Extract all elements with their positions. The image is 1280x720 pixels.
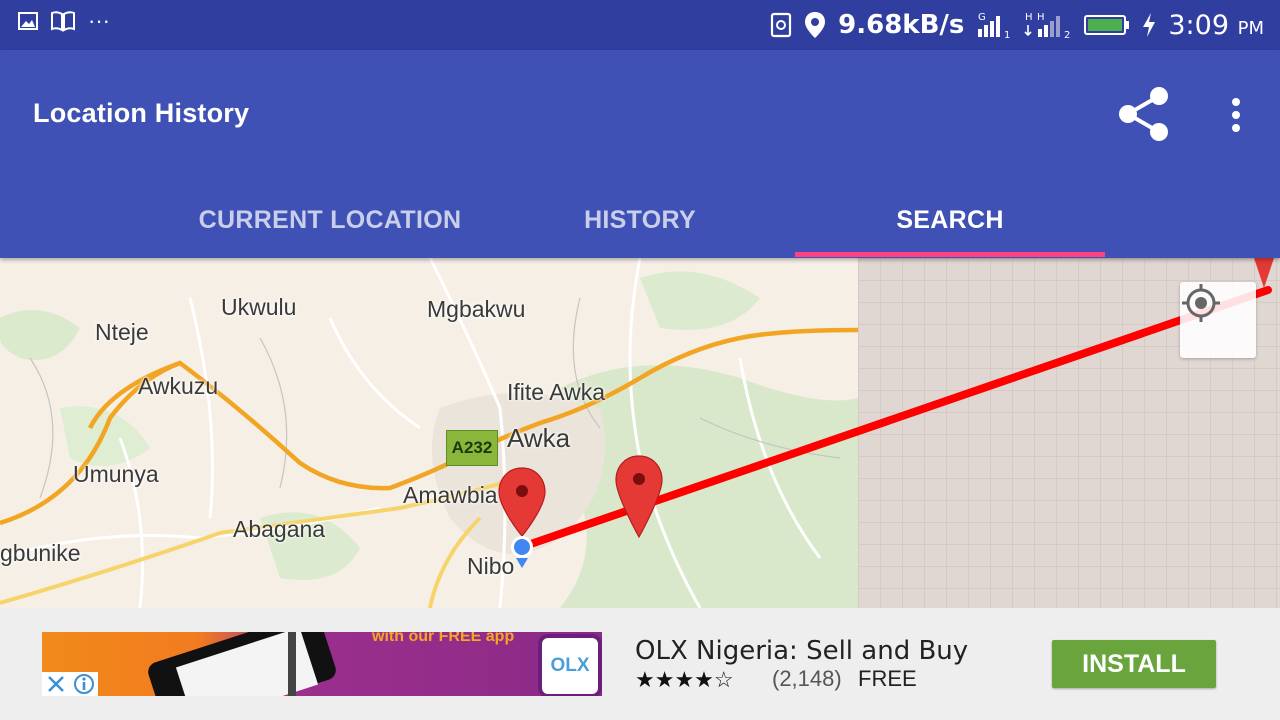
more-notifications-icon: ··· [88,8,110,33]
ad-stand-graphic [288,632,296,696]
network-speed: 9.68kB/s [838,10,965,40]
route-shield-a232: A232 [446,430,498,466]
battery-icon [1084,15,1130,35]
install-button[interactable]: INSTALL [1052,640,1216,688]
ad-price: FREE [858,666,917,691]
close-icon[interactable] [42,672,70,696]
map-view[interactable]: Ukwulu Mgbakwu Nteje Awkuzu Ifite Awka A… [0,258,1280,608]
notification-icons: ··· [18,10,110,32]
map-label-gbunike: gbunike [0,540,81,566]
stars-empty: ☆ [713,667,734,692]
charging-icon [1143,13,1156,37]
ad-star-rating: ★★★★☆ [635,667,734,693]
clock: 3:09 PM [1168,9,1264,41]
map-label-umunya: Umunya [73,461,159,487]
tab-search[interactable]: SEARCH [795,182,1105,258]
nfc-icon [771,12,792,38]
map-label-awka: Awka [507,423,571,453]
map-label-mgbakwu: Mgbakwu [427,296,526,322]
signal-sim1-icon: G1 [978,12,1011,39]
map-label-ukwulu: Ukwulu [221,294,297,320]
ad-review-count: (2,148) [772,666,842,691]
share-icon[interactable] [1117,86,1171,142]
my-location-button[interactable] [1180,282,1256,358]
info-icon[interactable] [70,672,98,696]
svg-text:G: G [978,12,986,23]
map-label-nteje: Nteje [95,319,149,345]
olx-logo: OLX [538,634,602,696]
image-icon [18,12,38,30]
app-bar: Location History CURRENT LOCATION HISTOR… [0,50,1280,258]
tab-history[interactable]: HISTORY [485,182,795,258]
map-canvas [0,258,1280,608]
signal-sim2-icon: H H 2 [1024,12,1071,39]
map-label-nibo: Nibo [467,553,515,579]
svg-text:1: 1 [1004,30,1010,39]
ad-promo-text: with our FREE app [372,632,515,645]
stars-filled: ★★★★ [635,667,714,692]
status-bar: ··· 9.68kB/s G1 HH2 3:09 PM [0,0,1280,50]
tab-current-location[interactable]: CURRENT LOCATION [175,182,485,258]
crosshair-icon [1182,284,1220,322]
map-label-awkuzu: Awkuzu [138,373,219,399]
svg-text:H: H [1025,12,1033,23]
map-label-ifite-awka: Ifite Awka [507,379,606,405]
ad-image[interactable]: with our FREE app OLX [42,632,602,696]
page-title: Location History [33,98,250,128]
more-options-icon[interactable] [1226,98,1246,134]
map-label-amawbia: Amawbia [403,482,498,508]
ad-app-name[interactable]: OLX Nigeria: Sell and Buy [635,636,968,666]
svg-text:H: H [1037,12,1045,23]
open-book-icon [51,11,75,32]
ad-banner[interactable]: with our FREE app OLX OLX Nigeria: Sell … [0,608,1280,720]
svg-text:2: 2 [1064,30,1070,39]
ad-choices[interactable] [42,672,98,696]
map-label-abagana: Abagana [233,516,326,542]
active-tab-indicator [795,252,1105,257]
location-pin-icon [805,12,826,38]
